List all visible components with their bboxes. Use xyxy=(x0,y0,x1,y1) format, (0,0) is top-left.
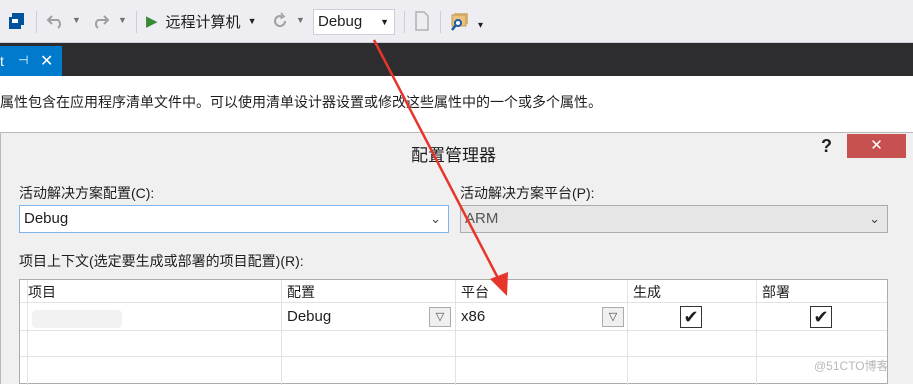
grid-line xyxy=(20,356,887,357)
column-header-build[interactable]: 生成 xyxy=(627,281,756,303)
toolbar-separator xyxy=(136,11,137,33)
toolbar-separator xyxy=(404,11,405,33)
column-header-configuration[interactable]: 配置 xyxy=(281,281,455,303)
redo-dropdown-icon[interactable]: ▼ xyxy=(118,15,127,25)
grid-line xyxy=(20,330,887,331)
solution-configuration-value: Debug xyxy=(318,13,363,30)
help-button[interactable]: ? xyxy=(821,136,832,157)
column-header-deploy[interactable]: 部署 xyxy=(756,281,887,303)
project-name-redacted xyxy=(32,310,122,328)
row-configuration-value[interactable]: Debug xyxy=(287,304,331,330)
pin-icon[interactable]: ⊣ xyxy=(18,53,28,67)
watermark: @51CTO博客 xyxy=(814,359,889,373)
deploy-checkbox[interactable]: ✔ xyxy=(810,306,832,328)
project-context-grid: 项目 配置 平台 生成 部署 Debug ▽ x86 ▽ ✔ ✔ xyxy=(19,279,888,385)
configuration-manager-dialog: 配置管理器 ? ✕ 活动解决方案配置(C): 活动解决方案平台(P): Debu… xyxy=(0,132,913,385)
solution-configuration-combo[interactable]: Debug ▼ xyxy=(313,9,395,35)
document-tab-strip: t ⊣ ✕ xyxy=(0,43,913,76)
dialog-close-button[interactable]: ✕ xyxy=(847,134,906,158)
solution-config-label: 活动解决方案配置(C): xyxy=(19,185,155,201)
refresh-dropdown-icon[interactable]: ▼ xyxy=(296,15,305,25)
chevron-down-icon: ⌄ xyxy=(430,211,441,226)
row-platform-dropdown[interactable]: ▽ xyxy=(602,307,624,327)
toolbar-overflow-icon[interactable]: ▾ xyxy=(478,20,483,31)
solution-platform-value: ARM xyxy=(465,210,499,227)
build-checkbox[interactable]: ✔ xyxy=(680,306,702,328)
chevron-down-icon: ⌄ xyxy=(869,211,880,226)
manifest-description: 属性包含在应用程序清单文件中。可以使用清单设计器设置或修改这些属性中的一个或多个… xyxy=(0,94,602,110)
chevron-down-icon: ▼ xyxy=(380,17,389,27)
start-debugging-button[interactable]: ▶ 远程计算机 ▼ xyxy=(146,8,256,34)
column-header-platform[interactable]: 平台 xyxy=(455,281,627,303)
run-target-dropdown-icon[interactable]: ▼ xyxy=(248,16,257,26)
refresh-icon[interactable] xyxy=(270,11,290,31)
play-icon: ▶ xyxy=(146,13,158,30)
undo-icon[interactable] xyxy=(44,10,68,32)
save-all-icon[interactable] xyxy=(6,10,28,32)
toolbar-separator xyxy=(440,11,441,33)
solution-config-select[interactable]: Debug ⌄ xyxy=(19,205,449,233)
run-target-label: 远程计算机 xyxy=(165,13,241,31)
toolbar-separator xyxy=(36,11,37,33)
project-context-label: 项目上下文(选定要生成或部署的项目配置)(R): xyxy=(19,253,304,269)
find-in-files-icon[interactable] xyxy=(448,9,472,33)
close-icon[interactable]: ✕ xyxy=(40,51,53,71)
row-platform-value[interactable]: x86 xyxy=(461,304,485,330)
main-toolbar: ▼ ▼ ▶ 远程计算机 ▼ ▼ Debug ▼ ▾ xyxy=(0,0,913,43)
undo-dropdown-icon[interactable]: ▼ xyxy=(72,15,81,25)
document-icon[interactable] xyxy=(412,10,432,32)
tab-title: t xyxy=(0,53,4,69)
solution-platform-select[interactable]: ARM ⌄ xyxy=(460,205,888,233)
redo-icon[interactable] xyxy=(88,10,112,32)
column-header-project[interactable]: 项目 xyxy=(22,281,281,303)
solution-platform-label: 活动解决方案平台(P): xyxy=(460,185,595,201)
solution-config-value: Debug xyxy=(24,210,69,227)
row-configuration-dropdown[interactable]: ▽ xyxy=(429,307,451,327)
tab-package-manifest[interactable]: t ⊣ ✕ xyxy=(0,46,62,76)
dialog-title: 配置管理器 xyxy=(411,146,496,165)
